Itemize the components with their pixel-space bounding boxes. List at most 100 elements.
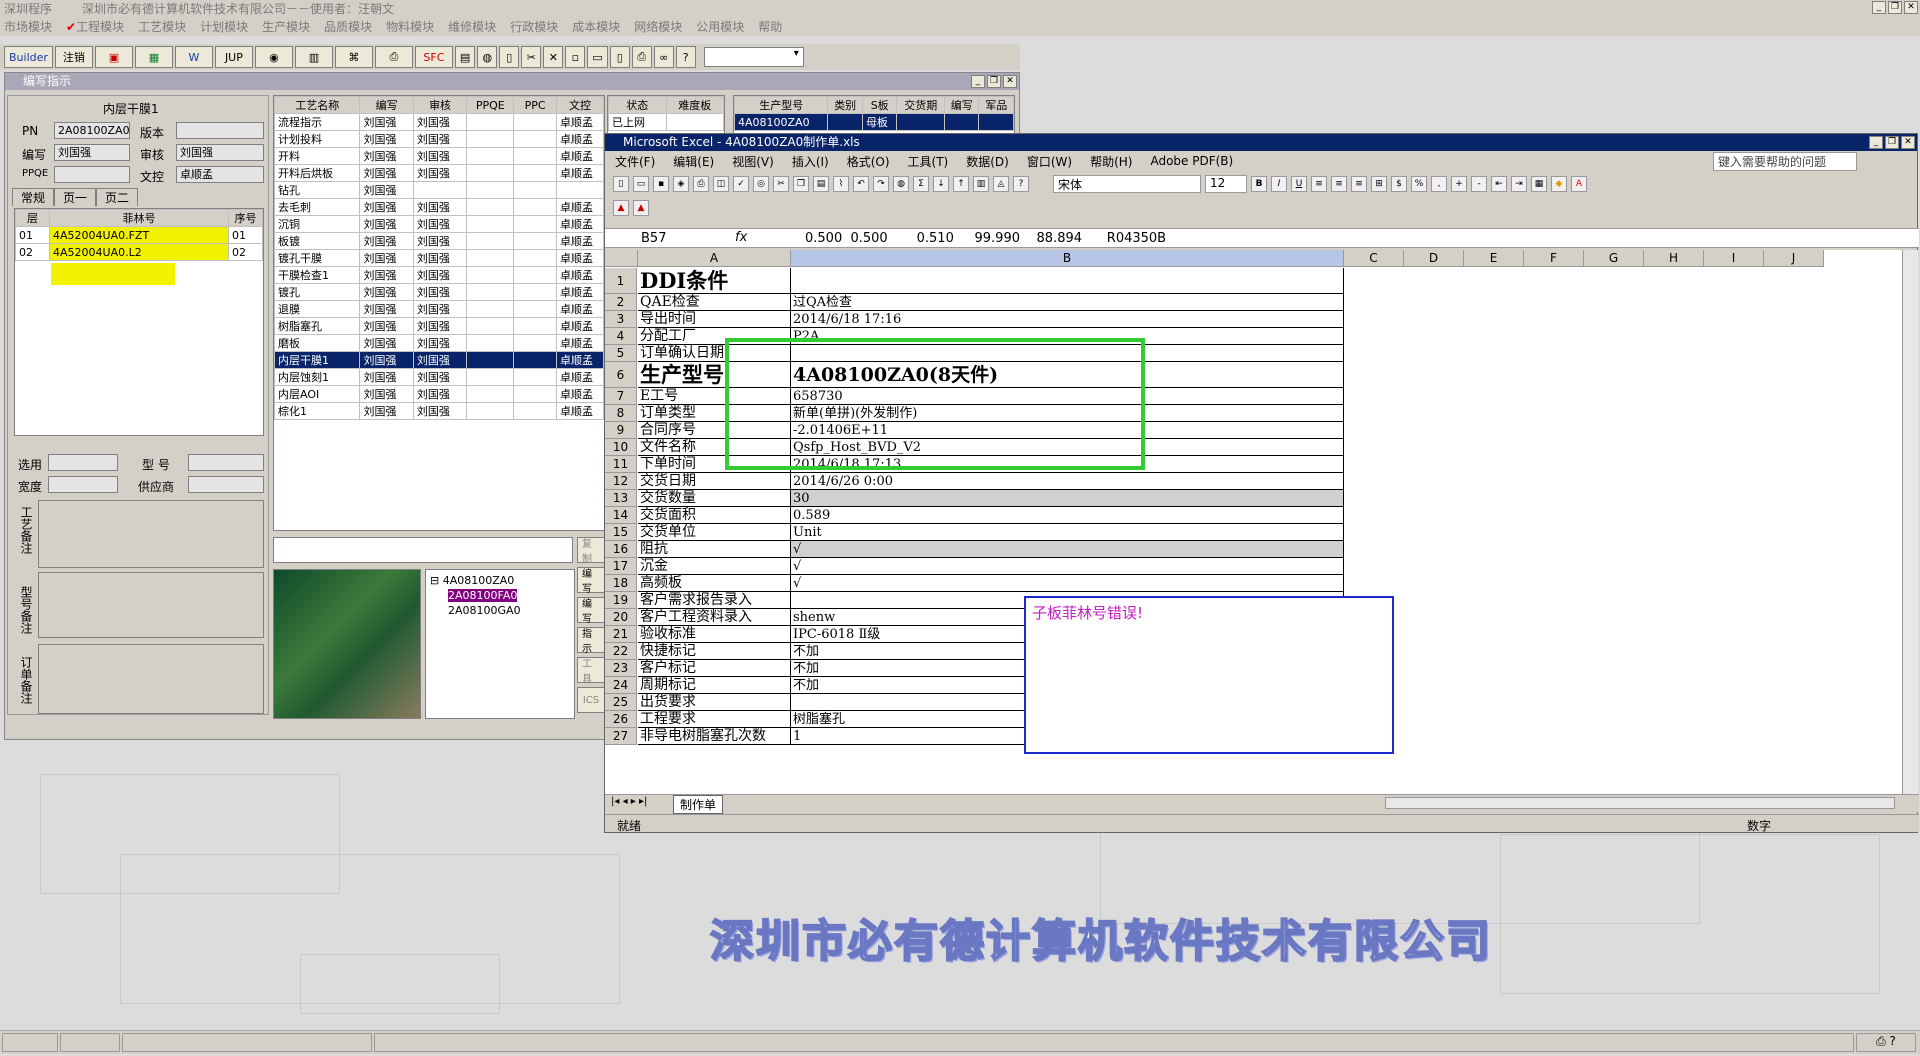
table-row[interactable]: 02 4A52004UA0.L2 02	[15, 243, 263, 261]
hyperlink-icon[interactable]: ◍	[893, 176, 909, 192]
indent-icon[interactable]: ⇥	[1511, 176, 1527, 192]
row-header[interactable]: 13	[605, 490, 637, 507]
menu-market[interactable]: 市场模块	[4, 18, 52, 35]
name-box[interactable]: B57	[641, 231, 666, 246]
save-icon[interactable]: ▫	[565, 46, 586, 68]
preview-icon[interactable]: ▯	[609, 46, 630, 68]
row-header[interactable]: 7	[605, 388, 637, 405]
sort-asc-icon[interactable]: ↓	[933, 176, 949, 192]
calendar-icon[interactable]: ▤	[454, 46, 476, 68]
pn-field[interactable]: 2A08100ZA0	[54, 122, 130, 139]
format-painter-icon[interactable]: ⌇	[833, 176, 849, 192]
cell-value[interactable]: 2014/6/26 0:00	[791, 473, 1344, 490]
help-icon[interactable]: ?	[1013, 176, 1029, 192]
print-preview-icon[interactable]: ◫	[713, 176, 729, 192]
open-icon[interactable]: ▭	[587, 46, 608, 68]
row-header[interactable]: 26	[605, 711, 637, 728]
book-icon[interactable]: ▥	[294, 46, 333, 68]
menu-process[interactable]: 工艺模块	[138, 18, 186, 35]
pdf-icon[interactable]: ▲	[613, 200, 629, 216]
row-header[interactable]: 17	[605, 558, 637, 575]
row-header[interactable]: 21	[605, 626, 637, 643]
close-button[interactable]: ✕	[1003, 75, 1017, 88]
cell-label[interactable]: 非导电树脂塞孔次数	[638, 728, 791, 745]
font-name-select[interactable]: 宋体	[1053, 175, 1201, 193]
select-all-corner[interactable]	[605, 250, 638, 267]
outdent-icon[interactable]: ⇤	[1491, 176, 1507, 192]
cut-icon[interactable]: ✂	[521, 46, 542, 68]
builder-button[interactable]: Builder	[4, 46, 53, 68]
permission-icon[interactable]: ◈	[673, 176, 689, 192]
column-header[interactable]: 工艺名称	[273, 96, 361, 114]
table-row[interactable]: 01 4A52004UA0.FZT 01	[15, 226, 263, 244]
paste-icon[interactable]: ▤	[813, 176, 829, 192]
menu-production[interactable]: 生产模块	[262, 18, 310, 35]
row-header[interactable]: 14	[605, 507, 637, 524]
cell-label[interactable]: 客户工程资料录入	[638, 609, 791, 626]
cell-value[interactable]: 0.589	[791, 507, 1344, 524]
column-header[interactable]: 序号	[228, 209, 263, 227]
row-header[interactable]: 11	[605, 456, 637, 473]
column-header[interactable]: D	[1404, 250, 1464, 267]
cell-label[interactable]: 导出时间	[638, 311, 791, 328]
column-header[interactable]: 状态	[608, 96, 667, 114]
row-header[interactable]: 1	[605, 268, 637, 294]
column-header[interactable]: A	[638, 250, 791, 267]
cell-value[interactable]: 30	[791, 490, 1344, 507]
row-header[interactable]: 19	[605, 592, 637, 609]
help-icon[interactable]: ?	[675, 46, 696, 68]
process-combo[interactable]	[273, 537, 573, 563]
table-row[interactable]: 沉铜 刘国强 刘国强 卓顺孟	[273, 215, 605, 233]
table-row[interactable]: 棕化1 刘国强 刘国强 卓顺孟	[273, 402, 605, 420]
minimize-button[interactable]: _	[1872, 1, 1886, 14]
minimize-button[interactable]: _	[971, 75, 985, 88]
menu-view[interactable]: 视图(V)	[732, 153, 774, 170]
column-header[interactable]: I	[1704, 250, 1764, 267]
row-header[interactable]: 12	[605, 473, 637, 490]
percent-icon[interactable]: %	[1411, 176, 1427, 192]
column-header[interactable]: J	[1764, 250, 1824, 267]
menu-adobe-pdf[interactable]: Adobe PDF(B)	[1150, 154, 1233, 168]
column-header[interactable]: 类别	[827, 96, 863, 114]
bold-icon[interactable]: B	[1251, 176, 1267, 192]
menu-file[interactable]: 文件(F)	[615, 153, 655, 170]
supplier-field[interactable]	[188, 476, 264, 493]
save-icon[interactable]: ▪	[653, 176, 669, 192]
row-header[interactable]: 2	[605, 294, 637, 311]
menu-material[interactable]: 物料模块	[386, 18, 434, 35]
row-header[interactable]: 20	[605, 609, 637, 626]
cell-label[interactable]: 客户需求报告录入	[638, 592, 791, 609]
formula-input[interactable]: 0.500 0.500 0.510 99.990 88.894 R04350B	[805, 231, 1166, 246]
menu-public[interactable]: 公用模块	[696, 18, 744, 35]
column-header[interactable]: F	[1524, 250, 1584, 267]
chart-icon[interactable]: ▥	[973, 176, 989, 192]
decrease-decimal-icon[interactable]: -	[1471, 176, 1487, 192]
cell-label[interactable]: 阻抗	[638, 541, 791, 558]
column-header[interactable]: 交货期	[896, 96, 945, 114]
menu-edit[interactable]: 编辑(E)	[673, 153, 714, 170]
table-row[interactable]: 内层蚀刻1 刘国强 刘国强 卓顺孟	[273, 368, 605, 386]
cell-label[interactable]: QAE检查	[638, 294, 791, 311]
ppqe-field[interactable]	[54, 166, 130, 183]
column-header[interactable]: PPC	[513, 96, 557, 114]
cell-label[interactable]: 交货日期	[638, 473, 791, 490]
new-icon[interactable]: ▯	[613, 176, 629, 192]
sheet-tab[interactable]: 制作单	[673, 795, 724, 814]
menu-repair[interactable]: 维修模块	[448, 18, 496, 35]
doc-control-field[interactable]: 卓顺孟	[176, 166, 264, 183]
globe-icon[interactable]: ◍	[477, 46, 498, 68]
tree-item-selected[interactable]: 2A08100FA0	[448, 589, 518, 602]
column-header[interactable]: C	[1344, 250, 1404, 267]
table-row[interactable]: 已上网	[608, 113, 724, 131]
column-header[interactable]: 编写	[359, 96, 414, 114]
row-header[interactable]: 23	[605, 660, 637, 677]
row-header[interactable]: 18	[605, 575, 637, 592]
binoculars-icon[interactable]: ∞	[653, 46, 674, 68]
menu-help[interactable]: 帮助(H)	[1090, 153, 1132, 170]
tools-button[interactable]: 工具	[577, 657, 605, 685]
restore-button[interactable]: ❐	[987, 75, 1001, 88]
cell-label[interactable]: 出货要求	[638, 694, 791, 711]
table-row[interactable]: 计划投料 刘国强 刘国强 卓顺孟	[273, 130, 605, 148]
toolbar-dropdown[interactable]: ▾	[703, 47, 804, 67]
column-header[interactable]: 文控	[555, 96, 605, 114]
